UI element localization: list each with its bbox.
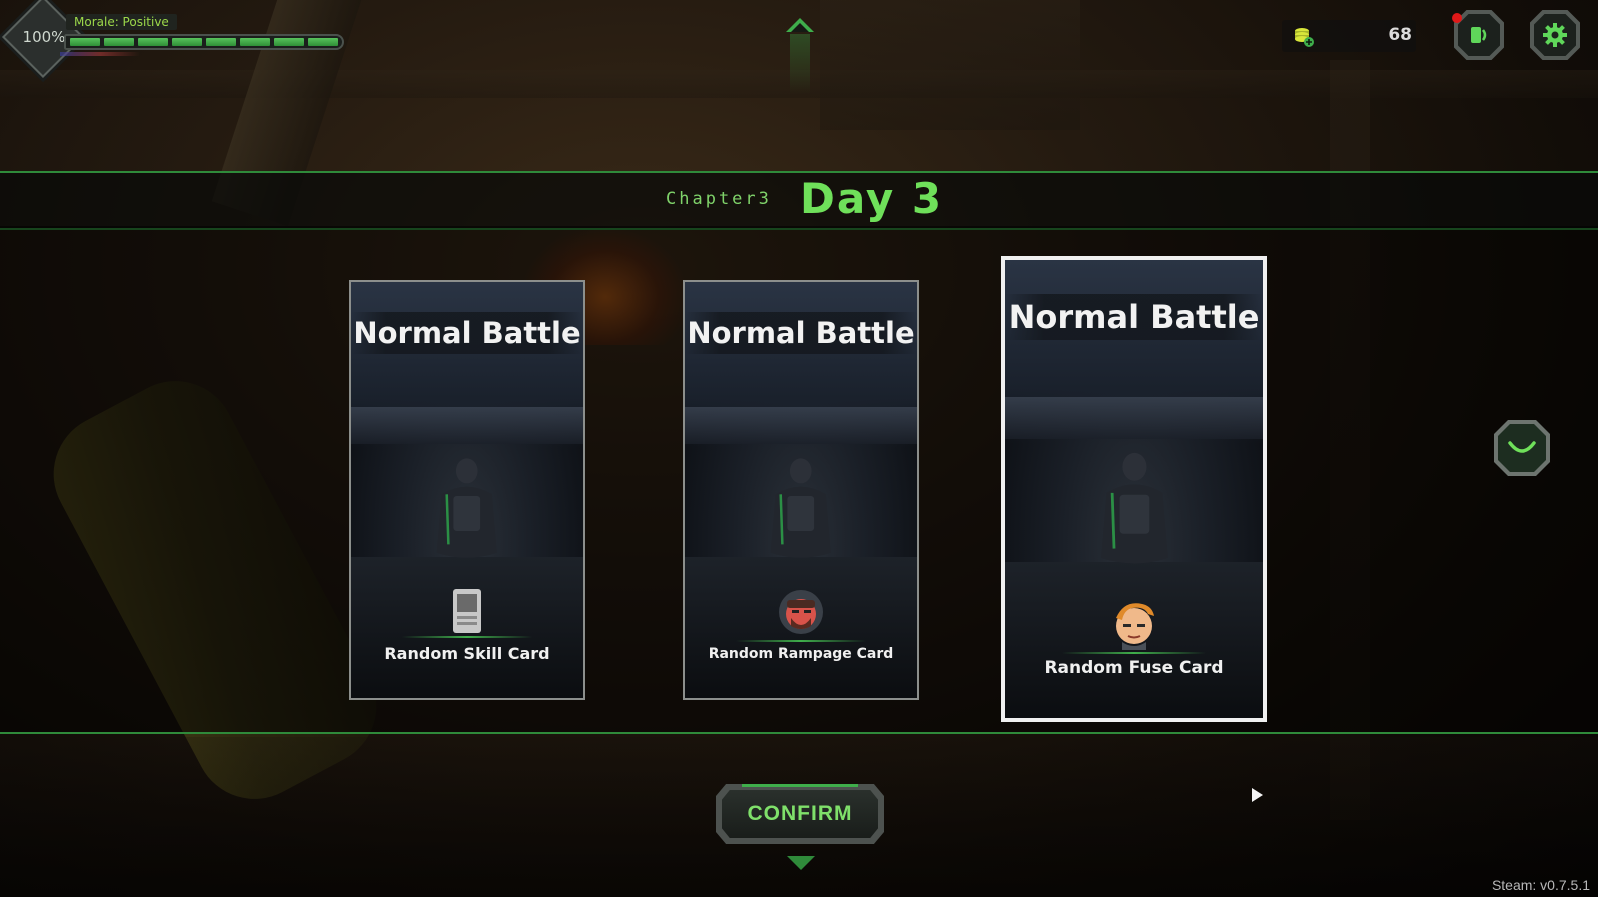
morale-segment bbox=[240, 38, 270, 46]
chapter-label: Chapter3 bbox=[666, 189, 772, 209]
skill-card-icon bbox=[453, 589, 481, 633]
morale-segment bbox=[70, 38, 100, 46]
coin-value: 68 bbox=[1388, 25, 1412, 45]
version-label: Steam: v0.7.5.1 bbox=[1491, 877, 1590, 893]
smile-icon bbox=[1508, 441, 1536, 453]
confirm-highlight bbox=[742, 784, 858, 787]
reward-label: Random Rampage Card bbox=[708, 646, 894, 662]
reward-divider bbox=[1061, 652, 1207, 654]
morale-label: Morale: Positive bbox=[66, 14, 177, 30]
card-title: Normal Battle bbox=[1005, 294, 1263, 340]
morale-segment bbox=[274, 38, 304, 46]
battle-card-3[interactable]: Normal Battle Random Fuse Card bbox=[1001, 256, 1267, 722]
settings-button[interactable] bbox=[1530, 10, 1580, 60]
battle-card-1[interactable]: Normal Battle Random Skill Card bbox=[349, 280, 585, 700]
confirm-button[interactable]: CONFIRM bbox=[716, 784, 884, 844]
morale-decor bbox=[60, 52, 140, 56]
morale-segment bbox=[104, 38, 134, 46]
card-title: Normal Battle bbox=[685, 312, 917, 354]
nav-up-trail bbox=[790, 34, 810, 94]
nav-up-arrow-inner bbox=[791, 23, 809, 32]
morale-segment bbox=[308, 38, 338, 46]
morale-segment bbox=[172, 38, 202, 46]
day-title: Day 3 bbox=[800, 174, 944, 223]
fuse-face-icon bbox=[1116, 603, 1154, 650]
morale-bar bbox=[64, 34, 344, 50]
mouse-cursor-icon bbox=[1252, 788, 1263, 802]
morale-segment bbox=[138, 38, 168, 46]
emote-button[interactable] bbox=[1494, 420, 1550, 476]
chapter-band bbox=[0, 171, 1598, 230]
card-deck-icon bbox=[1471, 27, 1487, 43]
notification-badge bbox=[1452, 13, 1462, 23]
reward-label: Random Fuse Card bbox=[1044, 658, 1224, 678]
battle-card-2[interactable]: Normal Battle Random Rampage Card bbox=[683, 280, 919, 700]
morale-segment bbox=[206, 38, 236, 46]
card-title: Normal Battle bbox=[351, 312, 583, 354]
reward-label: Random Skill Card bbox=[384, 644, 550, 663]
reward-divider bbox=[736, 640, 866, 642]
gear-icon bbox=[1543, 23, 1567, 47]
confirm-label: CONFIRM bbox=[722, 790, 878, 838]
rampage-face-icon bbox=[779, 590, 823, 634]
reward-divider bbox=[402, 636, 532, 638]
coins-icon bbox=[1295, 28, 1314, 47]
nav-down-arrow-icon[interactable] bbox=[787, 856, 815, 870]
